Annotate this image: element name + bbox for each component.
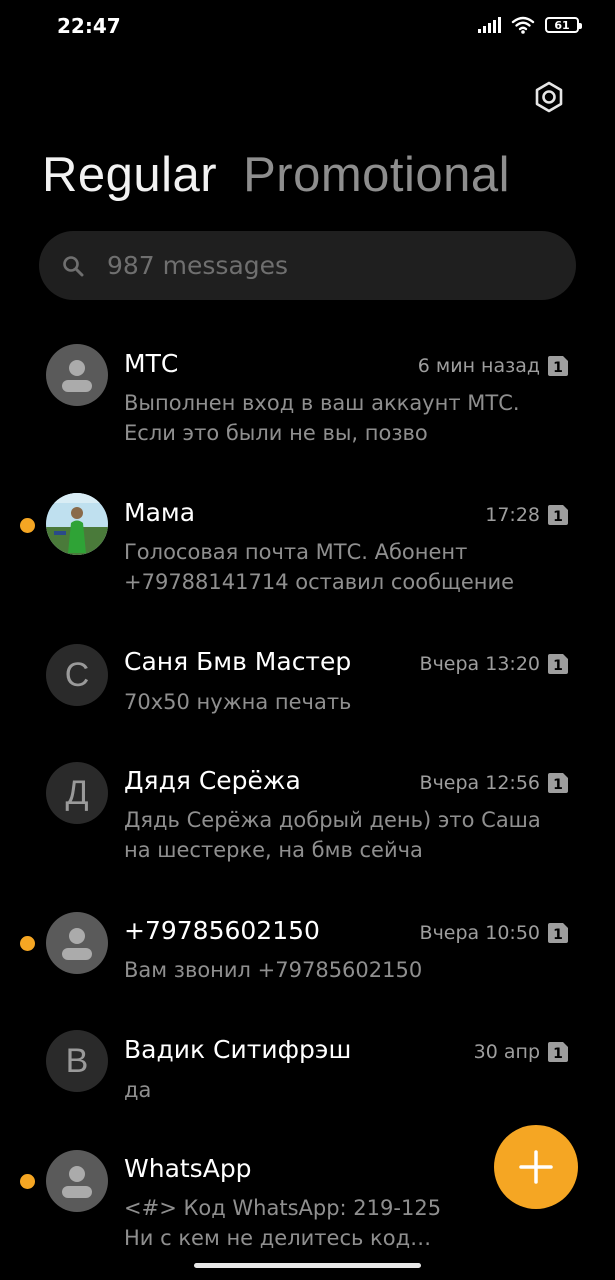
avatar-letter: Д	[65, 773, 89, 812]
tab-bar: Regular Promotional	[42, 146, 510, 205]
settings-button[interactable]	[528, 76, 570, 118]
tab-promotional[interactable]: Promotional	[243, 146, 510, 205]
conversation-snippet: да	[124, 1078, 152, 1102]
new-message-button[interactable]	[494, 1125, 578, 1209]
sim-icon: 1	[548, 1042, 568, 1062]
conversation-snippet: 70x50 нужна печать	[124, 690, 352, 714]
conversation-snippet: <#> Код WhatsApp: 219-125 Ни с кем не де…	[124, 1196, 442, 1250]
conversation-snippet: Вам звонил +79785602150	[124, 958, 423, 982]
status-icons: 61	[478, 16, 582, 34]
conversation-name: Саня Бмв Мастер	[124, 647, 352, 676]
conversation-name: МТС	[124, 349, 179, 378]
sim-number: 1	[553, 1046, 563, 1062]
avatar	[46, 344, 108, 406]
search-input[interactable]	[105, 250, 509, 281]
sim-icon: 1	[548, 773, 568, 793]
conversation-time: Вчера 13:20	[419, 653, 540, 675]
avatar	[46, 493, 108, 555]
person-icon	[62, 928, 92, 960]
conversation-time: 6 мин назад	[417, 355, 540, 377]
sim-icon: 1	[548, 923, 568, 943]
battery-level: 61	[554, 18, 570, 32]
unread-indicator	[20, 518, 35, 533]
sim-icon: 1	[548, 505, 568, 525]
contact-photo	[46, 493, 108, 555]
avatar-letter: С	[64, 655, 90, 694]
unread-indicator	[20, 1174, 35, 1189]
conversation-time: Вчера 12:56	[419, 772, 540, 794]
conversation-time: 17:28	[485, 504, 540, 526]
sim-number: 1	[553, 360, 563, 376]
conversation-time: 30 апр	[473, 1041, 540, 1063]
sim-number: 1	[553, 509, 563, 525]
sim-number: 1	[553, 777, 563, 793]
wifi-icon	[511, 16, 535, 34]
conversation-name: Дядя Серёжа	[124, 766, 301, 795]
home-indicator[interactable]	[194, 1263, 421, 1268]
search-icon	[61, 254, 85, 278]
avatar	[46, 1150, 108, 1212]
search-bar[interactable]	[39, 231, 576, 300]
avatar-letter: В	[65, 1041, 89, 1080]
unread-indicator	[20, 936, 35, 951]
conversation-snippet: Дядь Серёжа добрый день) это Саша на шес…	[124, 808, 541, 862]
conversation-name: WhatsApp	[124, 1154, 252, 1183]
tab-regular[interactable]: Regular	[42, 146, 217, 205]
avatar	[46, 912, 108, 974]
avatar: С	[46, 644, 108, 706]
person-icon	[62, 360, 92, 392]
status-time: 22:47	[57, 14, 121, 38]
person-icon	[62, 1166, 92, 1198]
plus-icon	[519, 1150, 553, 1184]
conversation-time: Вчера 10:50	[419, 922, 540, 944]
avatar: В	[46, 1030, 108, 1092]
battery-icon: 61	[545, 17, 582, 33]
conversation-name: Вадик Ситифрэш	[124, 1035, 352, 1064]
gear-icon	[535, 81, 563, 113]
conversation-name: +79785602150	[124, 916, 320, 945]
signal-icon	[478, 17, 501, 33]
sim-icon: 1	[548, 356, 568, 376]
sim-number: 1	[553, 658, 563, 674]
conversation-snippet: Выполнен вход в ваш аккаунт МТС. Если эт…	[124, 391, 520, 445]
avatar: Д	[46, 762, 108, 824]
sim-icon: 1	[548, 654, 568, 674]
conversation-name: Мама	[124, 498, 196, 527]
status-bar: 22:47 61	[0, 0, 615, 56]
conversation-snippet: Голосовая почта МТС. Абонент +7978814171…	[124, 540, 515, 594]
sim-number: 1	[553, 927, 563, 943]
